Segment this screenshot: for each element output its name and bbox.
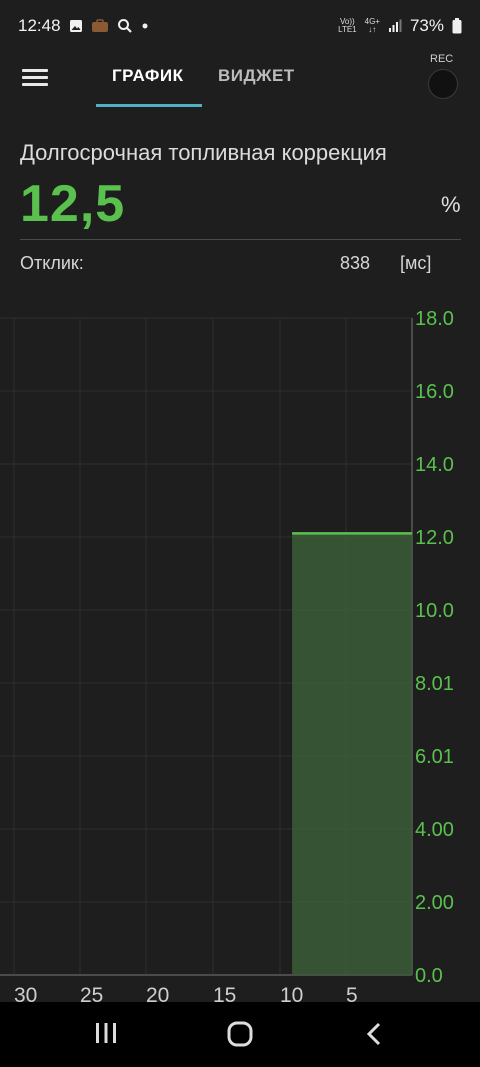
response-label: Отклик: bbox=[20, 253, 84, 273]
dot-icon bbox=[141, 22, 149, 30]
y-tick-label: 6.01 bbox=[415, 746, 454, 768]
y-tick-label: 8.01 bbox=[415, 673, 454, 695]
y-tick-label: 2.00 bbox=[415, 892, 454, 914]
y-tick-label: 12.0 bbox=[415, 527, 454, 549]
recent-apps-icon[interactable] bbox=[94, 1020, 118, 1051]
image-icon bbox=[69, 19, 83, 33]
chart-svg: 18.016.014.012.010.08.016.014.002.000.03… bbox=[0, 308, 454, 1007]
app-bar: ГРАФИК ВИДЖЕТ REC bbox=[0, 52, 480, 110]
tab-graph[interactable]: ГРАФИК bbox=[112, 66, 183, 86]
divider bbox=[20, 239, 461, 240]
response-unit: [мс] bbox=[400, 253, 432, 273]
y-tick-label: 18.0 bbox=[415, 308, 454, 330]
battery-percent: 73% bbox=[409, 16, 444, 35]
home-icon[interactable] bbox=[226, 1020, 254, 1053]
signal-icon bbox=[388, 19, 402, 33]
y-tick-label: 14.0 bbox=[415, 454, 454, 476]
tab-widget[interactable]: ВИДЖЕТ bbox=[218, 66, 295, 86]
volte-indicator: Vo)) LTE1 bbox=[338, 17, 357, 34]
battery-icon bbox=[452, 18, 462, 34]
search-icon bbox=[117, 18, 133, 34]
briefcase-icon bbox=[91, 19, 109, 33]
data-area bbox=[292, 533, 412, 975]
y-tick-label: 4.00 bbox=[415, 819, 454, 841]
network-indicator: 4G+ ↓↑ bbox=[364, 17, 380, 34]
app-screen: 12:48 Vo)) LTE1 4G+ ↓↑ 73% ГРАФИК ВИДЖЕТ… bbox=[0, 0, 480, 1067]
y-tick-label: 0.0 bbox=[415, 965, 443, 987]
hamburger-menu-icon[interactable] bbox=[22, 66, 52, 90]
fuel-trim-chart[interactable]: 18.0 16.0 14.0 12.0 10.0 8.01 6.01 4.00 2.00 0.0 3… bbox=[0, 300, 480, 1012]
y-tick-label: 16.0 bbox=[415, 381, 454, 403]
active-tab-indicator bbox=[96, 104, 202, 107]
status-bar: 12:48 Vo)) LTE1 4G+ ↓↑ 73% bbox=[0, 0, 480, 52]
status-time: 12:48 bbox=[18, 16, 61, 35]
back-icon[interactable] bbox=[364, 1020, 384, 1053]
response-value: 838 bbox=[340, 253, 371, 273]
parameter-value: 12,5 bbox=[20, 175, 126, 233]
navigation-bar bbox=[0, 1002, 480, 1067]
rec-label: REC bbox=[430, 53, 454, 65]
parameter-unit: % bbox=[441, 192, 461, 217]
record-button[interactable] bbox=[428, 69, 458, 99]
parameter-name: Долгосрочная топливная коррекция bbox=[20, 140, 387, 165]
y-tick-label: 10.0 bbox=[415, 600, 454, 622]
